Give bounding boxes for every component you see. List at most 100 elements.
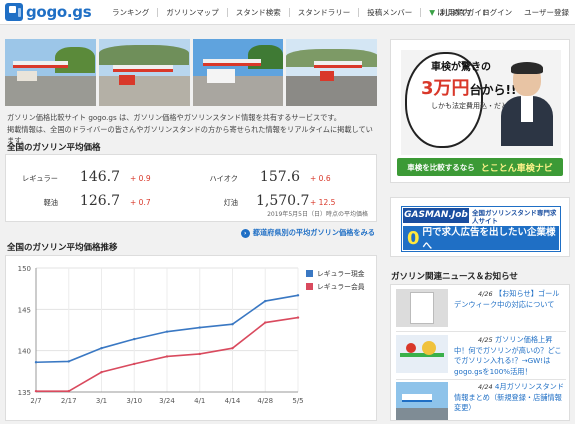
data-point [165, 355, 169, 358]
price-change: + 12.5 [310, 198, 336, 207]
surprised-man-illustration [501, 62, 553, 146]
ad-cta-text: 車検を比較するなら [407, 162, 475, 172]
register-link[interactable]: ユーザー登録 [518, 7, 575, 18]
data-point [67, 360, 70, 363]
news-list: 4/26 【お知らせ】ゴールデンウィーク中の対応について 4/25 ガソリン価格… [390, 284, 570, 421]
data-point [231, 346, 234, 350]
y-tick-label: 150 [18, 265, 31, 273]
news-headline-text: 4月ガソリンスタンド情報まとめ（新規登録・店舗情報変更） [454, 382, 565, 412]
news-date: 4/24 [478, 383, 493, 391]
station-photo-strip [5, 39, 377, 106]
ad-zero-yen: 0 [407, 227, 420, 249]
price-change: + 0.7 [130, 198, 151, 207]
fuel-label: レギュラー [22, 174, 58, 183]
nav-usage-guide[interactable]: 利用案内 [434, 7, 476, 18]
legend-swatch [306, 270, 313, 277]
data-point [231, 323, 234, 326]
nav-gas-map[interactable]: ガソリンマップ [157, 8, 227, 17]
ad-banner: GASMAN.Job 全国ガソリンスタンド専門求人サイト 0 円で求人広告を出し… [401, 206, 561, 252]
nav-station-rally[interactable]: スタンドラリー [288, 8, 359, 17]
fuel-price: 146.7 [79, 169, 120, 185]
price-change: + 0.9 [130, 174, 151, 183]
averages-date: 2019年5月5日（日）時点の平均価格 [267, 211, 368, 218]
logo-text: gogo.gs [26, 3, 92, 21]
intro-line: ガソリン価格比較サイト gogo.gs は、ガソリン価格やガソリンスタンド情報を… [7, 113, 341, 122]
x-tick-label: 3/24 [159, 397, 175, 405]
data-point [133, 362, 136, 366]
price-trend-chart: 135 140 145 150 2/7 2/17 3/1 3/10 3/24 4/1 4/14 4/2… [18, 265, 365, 405]
fuel-label: ハイオク [209, 174, 238, 183]
ad-main-text: 円で求人広告を出したい企業様へ [422, 227, 556, 252]
chart-title: 全国のガソリン平均価格推移 [7, 243, 118, 253]
ad-brand: とことん車検ナビ [480, 163, 553, 174]
station-photo[interactable] [5, 39, 96, 106]
avg-row-highoctane: ハイオク 157.6 + 0.6 [186, 169, 331, 185]
gas-pump-icon [5, 3, 23, 21]
data-point [100, 370, 103, 374]
averages-card: レギュラー 146.7 + 0.9 ハイオク 157.6 + 0.6 軽油 12… [5, 154, 377, 222]
news-headline: 4/26 【お知らせ】ゴールデンウィーク中の対応について [454, 289, 566, 310]
ad-cta-bar: 車検を比較するなら とことん車検ナビ [397, 158, 563, 176]
fuel-price: 1,570.7 [256, 193, 310, 209]
x-tick-label: 4/1 [194, 397, 205, 405]
station-photo[interactable] [286, 39, 377, 106]
site-header: gogo.gs ランキング ガソリンマップ スタンド検索 スタンドラリー 投稿メ… [0, 0, 575, 25]
nav-ranking[interactable]: ランキング [104, 8, 157, 17]
prefecture-averages-link[interactable]: › 都道府県別の平均ガソリン価格をみる [240, 228, 375, 238]
fuel-label: 灯油 [223, 198, 238, 207]
news-thumbnail [396, 335, 448, 373]
avg-row-diesel: 軽油 126.7 + 0.7 [6, 193, 151, 209]
data-point [100, 346, 103, 350]
x-tick-label: 2/17 [61, 397, 77, 405]
legend-label: レギュラー会員 [317, 282, 365, 291]
data-point [198, 352, 201, 356]
nav-station-search[interactable]: スタンド検索 [226, 8, 289, 17]
nav-members[interactable]: 投稿メンバー [358, 8, 420, 17]
data-point [165, 330, 169, 333]
y-tick-label: 140 [18, 348, 31, 356]
y-tick-label: 145 [18, 306, 31, 314]
avg-row-kerosene: 灯油 1,570.7 + 12.5 [186, 193, 336, 209]
station-photo[interactable] [98, 39, 190, 106]
data-point [296, 294, 300, 297]
news-headline-text: ガソリン価格上昇中！何でガソリンが高いの？どこでガソリン入れる!？→GW!はgo… [454, 335, 562, 376]
averages-title: 全国のガソリン平均価格 [7, 143, 101, 153]
fuel-price: 157.6 [259, 169, 300, 185]
site-logo[interactable]: gogo.gs [5, 3, 92, 21]
shaken-navi-ad[interactable]: 車検が驚きの 3万円台から!! しかも法定費用込・だと!? 車検を比較するなら … [390, 39, 570, 183]
news-thumbnail [396, 382, 448, 420]
x-tick-label: 5/5 [292, 397, 303, 405]
prefecture-averages-link-label: 都道府県別の平均ガソリン価格をみる [252, 228, 375, 237]
avg-row-regular: レギュラー 146.7 + 0.9 [6, 169, 151, 185]
x-tick-label: 2/7 [30, 397, 41, 405]
data-point [34, 389, 38, 393]
data-point [198, 326, 201, 329]
legend-swatch [306, 283, 313, 290]
login-link[interactable]: ログイン [476, 7, 518, 18]
ad-subtitle: 全国ガソリンスタンド専門求人サイト [472, 209, 557, 225]
y-tick-label: 135 [18, 389, 31, 397]
ad-headline: 車検が驚きの [431, 62, 491, 73]
utility-nav: 利用案内 ログイン ユーザー登録 [434, 0, 575, 25]
news-date: 4/25 [478, 336, 493, 344]
fuel-label: 軽油 [43, 198, 58, 207]
news-thumbnail [396, 289, 448, 327]
news-title: ガソリン関連ニュース＆お知らせ [391, 272, 518, 282]
data-point [133, 337, 136, 341]
gasman-job-logo: GASMAN.Job [403, 208, 469, 223]
news-date: 4/26 [478, 290, 493, 298]
news-item[interactable]: 4/26 【お知らせ】ゴールデンウィーク中の対応について [396, 289, 566, 331]
data-point [264, 299, 267, 303]
arrow-right-icon: › [240, 229, 250, 238]
news-item[interactable]: 4/24 4月ガソリンスタンド情報まとめ（新規登録・店舗情報変更） [396, 382, 566, 424]
news-item[interactable]: 4/25 ガソリン価格上昇中！何でガソリンが高いの？どこでガソリン入れる!？→G… [396, 335, 566, 377]
price-change: + 0.6 [310, 174, 331, 183]
legend-label: レギュラー現金 [317, 269, 365, 278]
station-photo[interactable] [192, 39, 284, 106]
data-point [264, 321, 267, 324]
x-tick-label: 4/28 [257, 397, 273, 405]
data-point [67, 389, 70, 393]
x-tick-label: 3/1 [96, 397, 107, 405]
gasman-job-ad[interactable]: GASMAN.Job 全国ガソリンスタンド専門求人サイト 0 円で求人広告を出し… [390, 197, 570, 257]
ad-price-amount: 3万円 [421, 78, 470, 99]
